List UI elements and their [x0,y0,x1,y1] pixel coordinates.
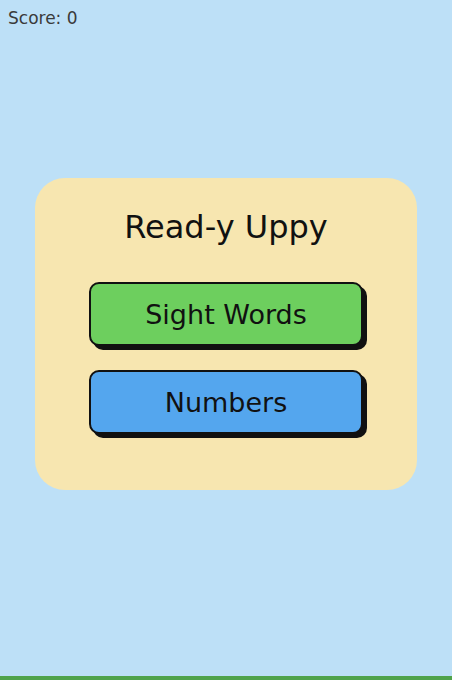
game-title: Read-y Uppy [124,204,327,250]
menu-card: Read-y Uppy Sight Words Numbers [35,178,417,490]
grass-icon [0,660,452,680]
menu-stage: Read-y Uppy Sight Words Numbers [0,34,452,660]
mode-list: Sight Words Numbers [89,282,363,434]
mode-button[interactable]: Sight Words [89,282,363,346]
game-screen: Score: 0 Read-y Uppy Sight Words Numbers [0,0,452,680]
mode-button[interactable]: Numbers [89,370,363,434]
score-label: Score: 0 [0,0,452,34]
